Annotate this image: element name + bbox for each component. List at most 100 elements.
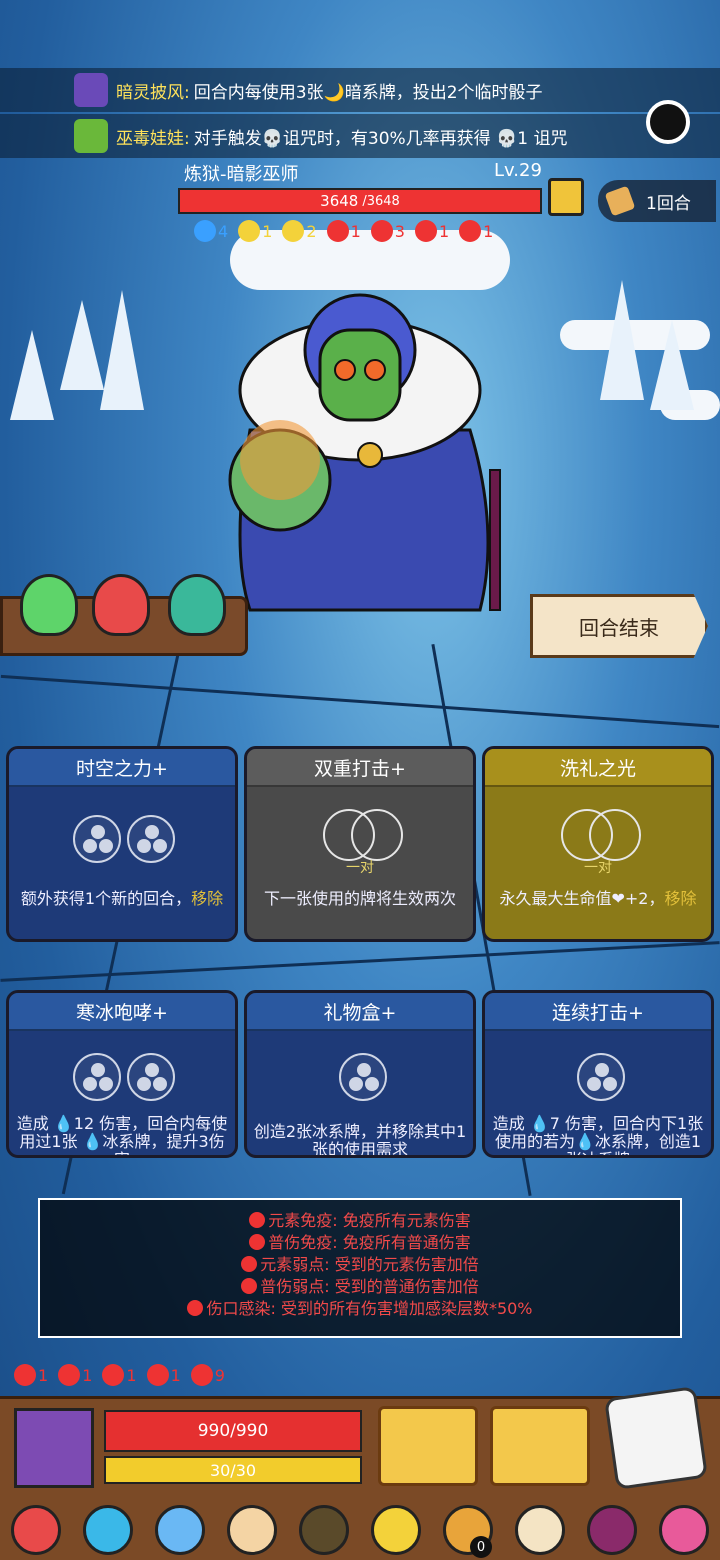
ring-relic-icon[interactable] xyxy=(11,1505,61,1555)
relic-bar xyxy=(0,1500,720,1560)
infection-icon xyxy=(187,1300,204,1316)
status-physical-immune[interactable]: 1 xyxy=(58,1364,92,1386)
crystal-relic-icon[interactable] xyxy=(83,1505,133,1555)
status-infection[interactable]: 3 xyxy=(370,220,405,242)
gem-relic-icon[interactable] xyxy=(659,1505,709,1555)
card-ice-roar[interactable]: 寒冰咆哮+ 造成 💧12 伤害，回合内每使用过1张 💧冰系牌，提升3伤害 xyxy=(6,990,238,1158)
buff-desc: 对手触发💀诅咒时，有30%几率再获得 💀1 诅咒 xyxy=(193,128,568,149)
settings-gear-icon[interactable] xyxy=(646,100,690,144)
ice-spike xyxy=(10,330,54,420)
voodoo-doll-icon xyxy=(74,119,108,153)
card-title: 连续打击+ xyxy=(485,993,711,1031)
physical-immune-icon xyxy=(249,1234,266,1250)
card-title: 时空之力+ xyxy=(9,749,235,787)
dice-slot-icon[interactable] xyxy=(73,815,121,863)
red-potion-icon[interactable] xyxy=(92,574,150,636)
end-turn-button[interactable]: 回合结束 xyxy=(530,594,708,658)
chain-relic-icon[interactable] xyxy=(371,1505,421,1555)
ice-spike xyxy=(60,300,104,390)
enemy-hp-bar: 3648 /3648 xyxy=(178,188,542,214)
player-mp-bar: 30/30 xyxy=(104,1456,362,1484)
card-combo-strike[interactable]: 连续打击+ 造成 💧7 伤害，回合内下1张使用的若为💧冰系牌，创造1张冰系牌 xyxy=(482,990,714,1158)
tooltip-line: 元素免疫: 免疫所有元素伤害 xyxy=(40,1210,680,1232)
card-desc: 额外获得1个新的回合，移除 xyxy=(20,889,224,908)
status-spark[interactable]: 2 xyxy=(282,220,317,242)
dice-slot-icon[interactable] xyxy=(127,815,175,863)
card-title: 洗礼之光 xyxy=(485,749,711,787)
status-value: 2 xyxy=(306,221,317,241)
status-curse[interactable]: 1 xyxy=(326,220,361,242)
player-status-row: 1 1 1 1 9 xyxy=(14,1364,235,1386)
card-requirement: 一对 xyxy=(584,860,612,876)
status-value: 1 xyxy=(170,1365,181,1385)
card-desc: 永久最大生命值❤+2，移除 xyxy=(499,889,697,908)
spiral-icon xyxy=(414,220,437,242)
status-spiral[interactable]: 1 xyxy=(414,220,450,242)
curse-icon xyxy=(326,220,349,242)
status-value: 1 xyxy=(262,221,273,241)
round-label: 1回合 xyxy=(646,193,691,214)
status-infection[interactable]: 9 xyxy=(190,1364,225,1386)
status-element-weak[interactable]: 1 xyxy=(102,1364,137,1386)
status-value: 1 xyxy=(350,221,361,241)
card-baptism-light[interactable]: 洗礼之光 一对 永久最大生命值❤+2，移除 xyxy=(482,746,714,942)
teal-potion-icon[interactable] xyxy=(168,574,226,636)
card-title: 寒冰咆哮+ xyxy=(9,993,235,1031)
enemy-name: 炼狱-暗影巫师 xyxy=(184,164,299,185)
spark-icon xyxy=(282,220,305,242)
skill-explosion-icon[interactable] xyxy=(490,1406,590,1486)
ice-spike xyxy=(650,320,694,410)
scroll-icon xyxy=(604,185,636,217)
physical-weak-icon xyxy=(146,1364,169,1386)
dice-relic-icon[interactable] xyxy=(515,1505,565,1555)
tooltip-line: 伤口感染: 受到的所有伤害增加感染层数*50% xyxy=(40,1298,680,1320)
green-potion-icon[interactable] xyxy=(20,574,78,636)
ice-spike xyxy=(100,290,144,410)
ice-spike xyxy=(600,280,644,400)
dice-slot-icon[interactable] xyxy=(339,1053,387,1101)
enemy-hp-value: 3648 xyxy=(320,192,359,210)
status-shield[interactable]: 1 xyxy=(238,220,272,242)
enemy-shadow-wizard[interactable] xyxy=(210,290,520,620)
roll-dice-button[interactable] xyxy=(604,1386,708,1490)
status-physical-weak[interactable]: 1 xyxy=(146,1364,181,1386)
buff-row-voodoo: 巫毒娃娃: 对手触发💀诅咒时，有30%几率再获得 💀1 诅咒 xyxy=(0,114,720,158)
necklace-relic-icon[interactable] xyxy=(587,1505,637,1555)
status-tooltip: 元素免疫: 免疫所有元素伤害 普伤免疫: 免疫所有普通伤害 元素弱点: 受到的元… xyxy=(38,1198,682,1338)
dice-slot-icon[interactable] xyxy=(127,1053,175,1101)
skill-lock-icon[interactable] xyxy=(378,1406,478,1486)
status-element-immune[interactable]: 1 xyxy=(14,1364,48,1386)
player-avatar[interactable] xyxy=(14,1408,94,1488)
element-weak-icon xyxy=(102,1364,125,1386)
shield-relic-icon[interactable] xyxy=(227,1505,277,1555)
physical-immune-icon xyxy=(58,1364,81,1386)
enemy-info-book-icon[interactable] xyxy=(548,178,584,216)
status-value: 1 xyxy=(438,221,450,241)
card-double-strike[interactable]: 双重打击+ 一对 下一张使用的牌将生效两次 xyxy=(244,746,476,942)
status-value: 1 xyxy=(82,1365,93,1385)
shield-icon xyxy=(238,220,261,242)
cloak-icon xyxy=(74,73,108,107)
status-eye[interactable]: 4 xyxy=(194,220,228,242)
buff-desc: 回合内每使用3张🌙暗系牌，投出2个临时骰子 xyxy=(193,82,543,103)
cube-relic-icon[interactable] xyxy=(155,1505,205,1555)
status-value: 1 xyxy=(126,1365,137,1385)
enemy-status-row: 4 1 2 1 3 1 1 xyxy=(194,220,503,242)
relic-count-badge: 0 xyxy=(470,1536,492,1558)
player-hp-bar: 990/990 xyxy=(104,1410,362,1452)
card-gift-box[interactable]: 礼物盒+ 创造2张冰系牌，并移除其中1张的使用需求 xyxy=(244,990,476,1158)
buff-row-cloak: 暗灵披风: 回合内每使用3张🌙暗系牌，投出2个临时骰子 xyxy=(0,68,720,112)
card-requirement: 一对 xyxy=(346,860,374,876)
status-value: 1 xyxy=(483,221,494,241)
dice-slot-icon[interactable] xyxy=(577,1053,625,1101)
status-value: 1 xyxy=(38,1365,49,1385)
dice-slot-icon[interactable] xyxy=(73,1053,121,1101)
infection-icon xyxy=(190,1364,213,1386)
tooltip-line: 元素弱点: 受到的元素伤害加倍 xyxy=(40,1254,680,1276)
status-sword[interactable]: 1 xyxy=(459,220,493,242)
status-value: 3 xyxy=(394,221,405,241)
wing-relic-icon[interactable] xyxy=(299,1505,349,1555)
card-title: 双重打击+ xyxy=(247,749,473,787)
tooltip-line: 普伤弱点: 受到的普通伤害加倍 xyxy=(40,1276,680,1298)
card-time-power[interactable]: 时空之力+ 额外获得1个新的回合，移除 xyxy=(6,746,238,942)
